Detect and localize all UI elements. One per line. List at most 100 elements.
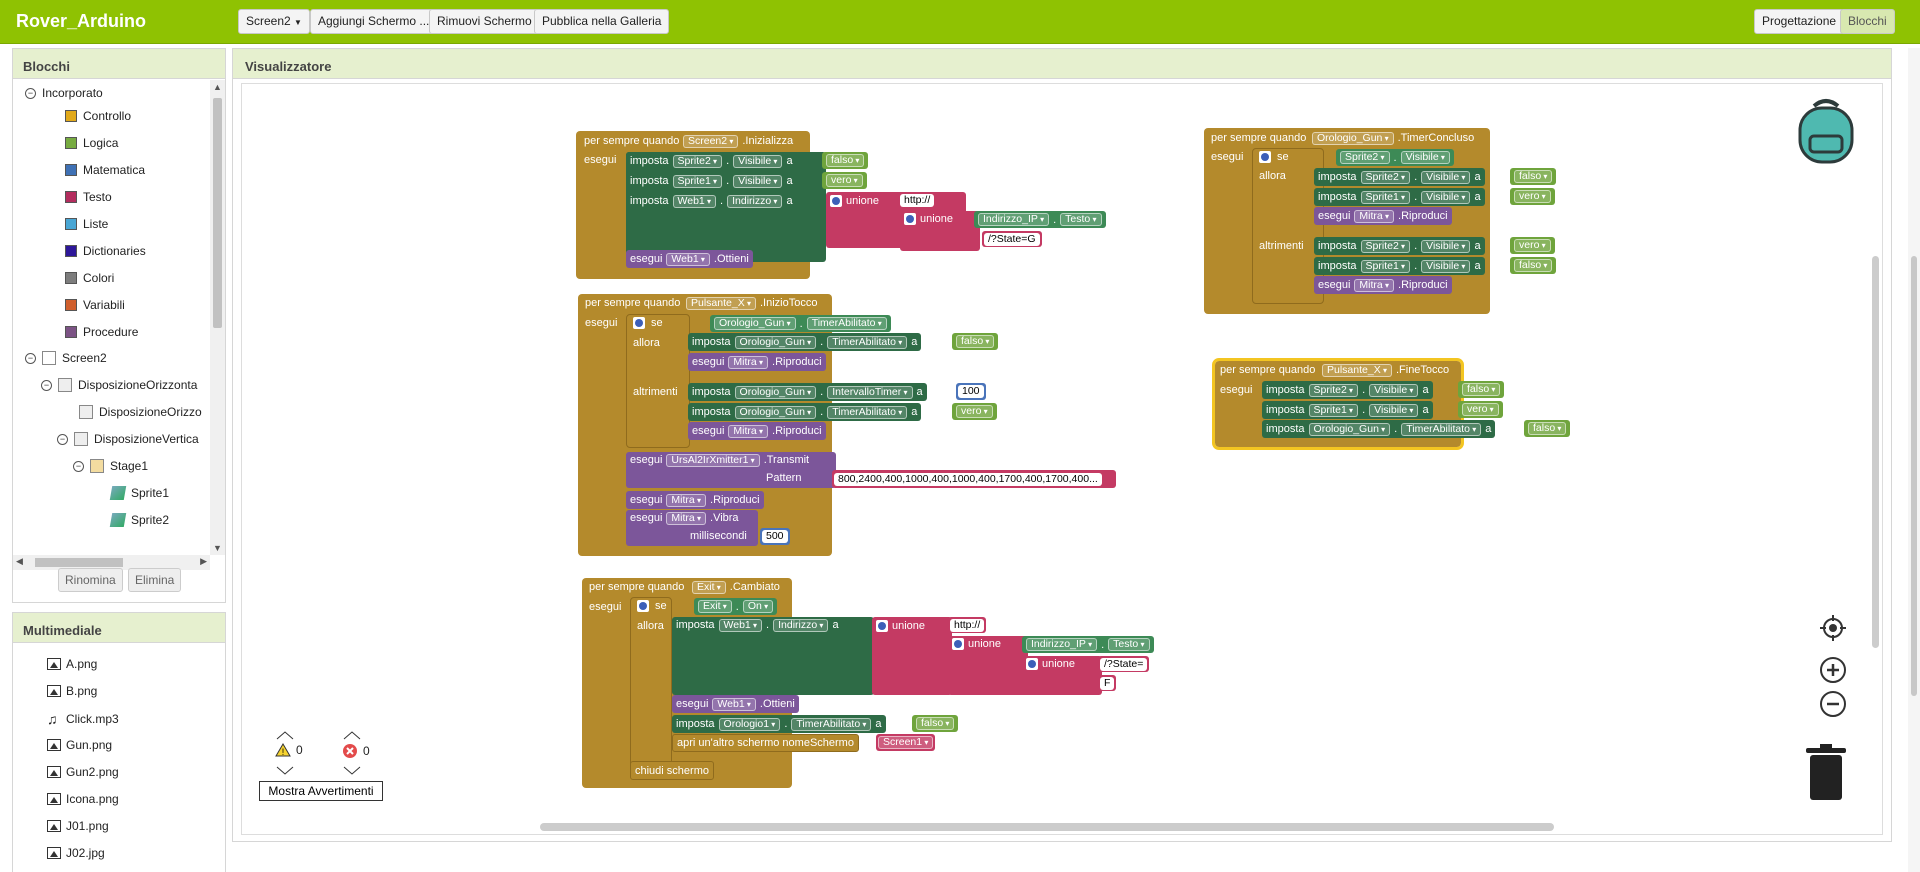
tree-horizontal-arrangement[interactable]: − DisposizioneOrizzonta [41, 378, 197, 392]
call-mitra-play-block[interactable]: eseguiMitra.Riproduci [688, 422, 826, 440]
media-item[interactable]: ♫ Click.mp3 [47, 711, 119, 727]
false-block[interactable]: falso [912, 715, 959, 732]
component-dropdown[interactable]: Orologio_Gun [714, 317, 796, 330]
set-timer-interval-block[interactable]: impostaOrologio_Gun.IntervalloTimera [688, 383, 927, 401]
chevron-down-icon[interactable] [275, 765, 295, 779]
component-dropdown[interactable]: Sprite2 [1308, 383, 1359, 397]
category-colori[interactable]: Colori [65, 271, 114, 285]
property-dropdown[interactable]: Visibile [1369, 403, 1419, 417]
property-dropdown[interactable]: Indirizzo [773, 619, 829, 632]
property-dropdown[interactable]: Visibile [733, 154, 783, 168]
event-component[interactable]: Pulsante_X.InizioTocco [686, 295, 818, 311]
set-sprite1-visible-block[interactable]: impostaSprite1.Visibilea [1262, 401, 1433, 419]
set-sprite1-visible-block[interactable]: impostaSprite1.Visibilea [1314, 257, 1485, 275]
component-dropdown[interactable]: Web1 [718, 619, 763, 632]
collapse-icon[interactable]: − [73, 460, 84, 472]
category-testo[interactable]: Testo [65, 190, 112, 204]
ip-text-getter-block[interactable]: Indirizzo_IP.Testo [974, 211, 1106, 228]
component-dropdown[interactable]: Orologio_Gun [1312, 131, 1394, 145]
boolean-dropdown[interactable]: vero [1462, 403, 1499, 416]
text-value[interactable]: http:// [900, 193, 935, 207]
set-web1-url-block[interactable]: impostaWeb1.Indirizzoa [626, 192, 797, 210]
blocks-workspace[interactable] [241, 83, 1883, 835]
scrollbar-thumb[interactable] [1911, 256, 1917, 696]
component-dropdown[interactable]: Indirizzo_IP [978, 213, 1050, 226]
scroll-up-icon[interactable]: ▲ [213, 82, 222, 92]
scrollbar-thumb[interactable] [35, 558, 123, 567]
close-screen-block[interactable]: chiudi schermo [630, 761, 714, 780]
tree-builtin[interactable]: − Incorporato [25, 86, 103, 100]
component-dropdown[interactable]: Orologio_Gun [1308, 422, 1391, 436]
media-item[interactable]: J01.png [47, 819, 109, 833]
rename-button[interactable]: Rinomina [58, 568, 123, 592]
text-block[interactable]: http:// [948, 617, 987, 633]
text-value[interactable]: /?State=G [984, 232, 1040, 246]
number-block[interactable]: 500 [760, 528, 790, 545]
boolean-dropdown[interactable]: vero [1514, 239, 1551, 252]
media-item[interactable]: Icona.png [47, 792, 119, 806]
set-sprite1-visible-block[interactable]: impostaSprite1.Visibilea [626, 172, 797, 190]
set-sprite2-visible-block[interactable]: impostaSprite2.Visibilea [1262, 381, 1433, 399]
component-dropdown[interactable]: Orologio_Gun [734, 405, 817, 419]
property-dropdown[interactable]: TimerAbilitato [827, 405, 908, 419]
trash-icon[interactable] [1804, 744, 1848, 805]
boolean-dropdown[interactable]: falso [1514, 170, 1553, 183]
text-block[interactable]: /?State= [1098, 656, 1150, 672]
component-dropdown[interactable]: Orologio1 [718, 717, 781, 731]
exit-on-getter-block[interactable]: Exit.On [694, 598, 778, 615]
call-mitra-play-block[interactable]: eseguiMitra.Riproduci [688, 353, 826, 371]
if-else-block[interactable] [626, 314, 690, 448]
screen-name-block[interactable]: Screen1 [876, 734, 936, 751]
delete-button[interactable]: Elimina [128, 568, 182, 592]
text-block[interactable]: /?State=G [982, 231, 1042, 247]
show-warnings-button[interactable]: Mostra Avvertimenti [259, 781, 383, 801]
remove-screen-button[interactable]: Rimuovi Schermo [429, 9, 540, 34]
component-dropdown[interactable]: Sprite2 [672, 154, 723, 168]
component-dropdown[interactable]: Web1 [666, 252, 710, 266]
tree-sprite1[interactable]: Sprite1 [109, 486, 169, 500]
set-sprite1-visible-block[interactable]: impostaSprite1.Visibilea [1314, 188, 1485, 206]
join-block[interactable]: unione [948, 636, 1028, 695]
zoom-out-icon[interactable] [1818, 689, 1848, 722]
boolean-dropdown[interactable]: falso [826, 154, 865, 167]
component-dropdown[interactable]: Mitra [1354, 209, 1395, 223]
add-screen-button[interactable]: Aggiungi Schermo ... [310, 9, 438, 34]
boolean-dropdown[interactable]: falso [1462, 383, 1501, 396]
component-dropdown[interactable]: Web1 [672, 194, 717, 208]
event-component[interactable]: Exit.Cambiato [692, 579, 780, 595]
property-dropdown[interactable]: Visibile [1421, 170, 1471, 184]
component-dropdown[interactable]: Orologio_Gun [734, 335, 817, 349]
set-sprite2-visible-block[interactable]: impostaSprite2.Visibilea [626, 152, 797, 170]
call-mitra-play-block[interactable]: eseguiMitra.Riproduci [1314, 207, 1452, 225]
event-component[interactable]: Orologio_Gun.TimerConcluso [1312, 130, 1475, 146]
property-dropdown[interactable]: Visibile [1400, 151, 1450, 164]
component-dropdown[interactable]: Mitra [666, 493, 707, 507]
open-another-screen-block[interactable]: apri un'altro schermo nomeSchermo [672, 734, 859, 752]
text-value[interactable]: http:// [950, 618, 985, 632]
tree-sprite2[interactable]: Sprite2 [109, 513, 169, 527]
mutator-gear-icon[interactable] [830, 195, 842, 207]
mutator-gear-icon[interactable] [1259, 151, 1271, 163]
call-web1-get-block[interactable]: eseguiWeb1.Ottieni [626, 250, 753, 268]
property-dropdown[interactable]: Testo [1108, 638, 1150, 651]
call-mitra-play-block[interactable]: eseguiMitra.Riproduci [626, 491, 764, 509]
screen-select[interactable]: Screen2 ▼ [238, 9, 310, 34]
boolean-dropdown[interactable]: vero [956, 405, 993, 418]
media-item[interactable]: B.png [47, 684, 97, 698]
media-item[interactable]: A.png [47, 657, 97, 671]
tree-horizontal-arrangement-2[interactable]: DisposizioneOrizzo [79, 405, 202, 419]
timer-enabled-getter-block[interactable]: Orologio_Gun.TimerAbilitato [710, 315, 891, 332]
text-block[interactable]: http:// [898, 192, 937, 208]
sprite2-visible-getter-block[interactable]: Sprite2.Visibile [1336, 149, 1454, 166]
category-procedure[interactable]: Procedure [65, 325, 138, 339]
category-matematica[interactable]: Matematica [65, 163, 145, 177]
call-mitra-play-block[interactable]: eseguiMitra.Riproduci [1314, 276, 1452, 294]
property-dropdown[interactable]: IntervalloTimer [827, 385, 913, 399]
property-dropdown[interactable]: Indirizzo [727, 194, 783, 208]
component-dropdown[interactable]: Mitra [1354, 278, 1395, 292]
join-block[interactable]: unione [900, 211, 980, 251]
scrollbar-thumb[interactable] [213, 98, 222, 328]
mutator-gear-icon[interactable] [904, 213, 916, 225]
tree-stage1[interactable]: − Stage1 [73, 459, 148, 473]
component-dropdown[interactable]: Exit [698, 600, 732, 613]
